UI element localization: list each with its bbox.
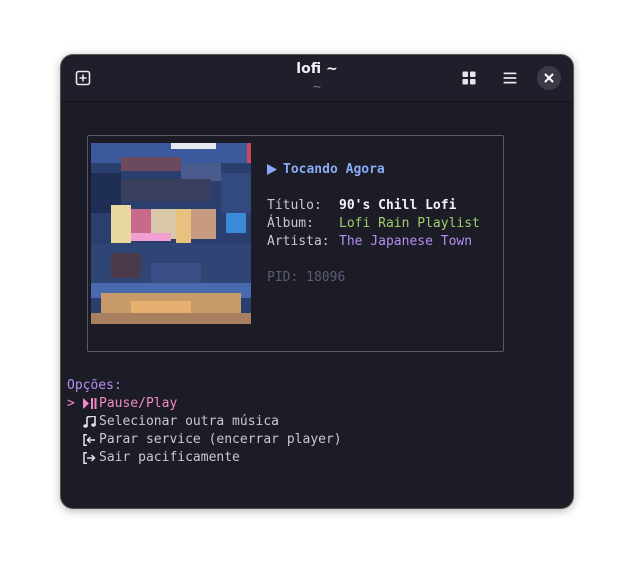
terminal-content[interactable]: Tocando Agora Título: 90's Chill Lofi Álb…: [61, 102, 573, 508]
play-pause-icon: [83, 398, 99, 409]
tab-overview-button[interactable]: [456, 65, 482, 91]
terminal-window: lofi ~ ~ Tocando Agora Título: 90's Chil…: [61, 55, 573, 508]
artist-label: Artista:: [267, 234, 330, 249]
sign-out-icon: [83, 451, 99, 464]
menu-option-pause-play[interactable]: > Pause/Play: [67, 396, 177, 411]
album-cover-image: [91, 143, 251, 324]
menu-option-select-song[interactable]: Selecionar outra música: [67, 414, 279, 429]
menu-option-quit[interactable]: Sair pacificamente: [67, 450, 240, 465]
album-name: Lofi Rain Playlist: [339, 216, 480, 231]
hamburger-icon: [503, 72, 517, 84]
album-label: Álbum:: [267, 216, 314, 231]
title-label: Título:: [267, 198, 322, 213]
close-icon: [544, 73, 554, 83]
play-icon: [267, 164, 277, 175]
track-title: 90's Chill Lofi: [339, 198, 457, 213]
main-menu-button[interactable]: [497, 65, 523, 91]
track-title-row: Título: 90's Chill Lofi: [267, 198, 456, 213]
now-playing-label: Tocando Agora: [283, 162, 385, 177]
menu-option-label: Sair pacificamente: [99, 450, 240, 465]
grid-icon: [462, 71, 476, 85]
process-id: PID: 18096: [267, 270, 346, 285]
artist-name: The Japanese Town: [339, 234, 473, 249]
menu-option-label: Selecionar outra música: [99, 414, 280, 429]
artist-row: Artista: The Japanese Town: [267, 234, 472, 249]
music-note-icon: [83, 415, 99, 428]
selection-cursor: >: [67, 396, 75, 411]
menu-option-stop-service[interactable]: Parar service (encerrar player): [67, 432, 342, 447]
now-playing-panel: Tocando Agora Título: 90's Chill Lofi Álb…: [87, 135, 504, 352]
album-row: Álbum: Lofi Rain Playlist: [267, 216, 480, 231]
options-heading: Opções:: [67, 378, 122, 393]
now-playing-heading: Tocando Agora: [267, 162, 385, 177]
menu-option-label: Pause/Play: [99, 396, 178, 411]
title-bar: lofi ~ ~: [61, 55, 573, 102]
stop-exit-icon: [83, 433, 99, 446]
close-button[interactable]: [537, 66, 561, 90]
menu-option-label: Parar service (encerrar player): [99, 432, 342, 447]
